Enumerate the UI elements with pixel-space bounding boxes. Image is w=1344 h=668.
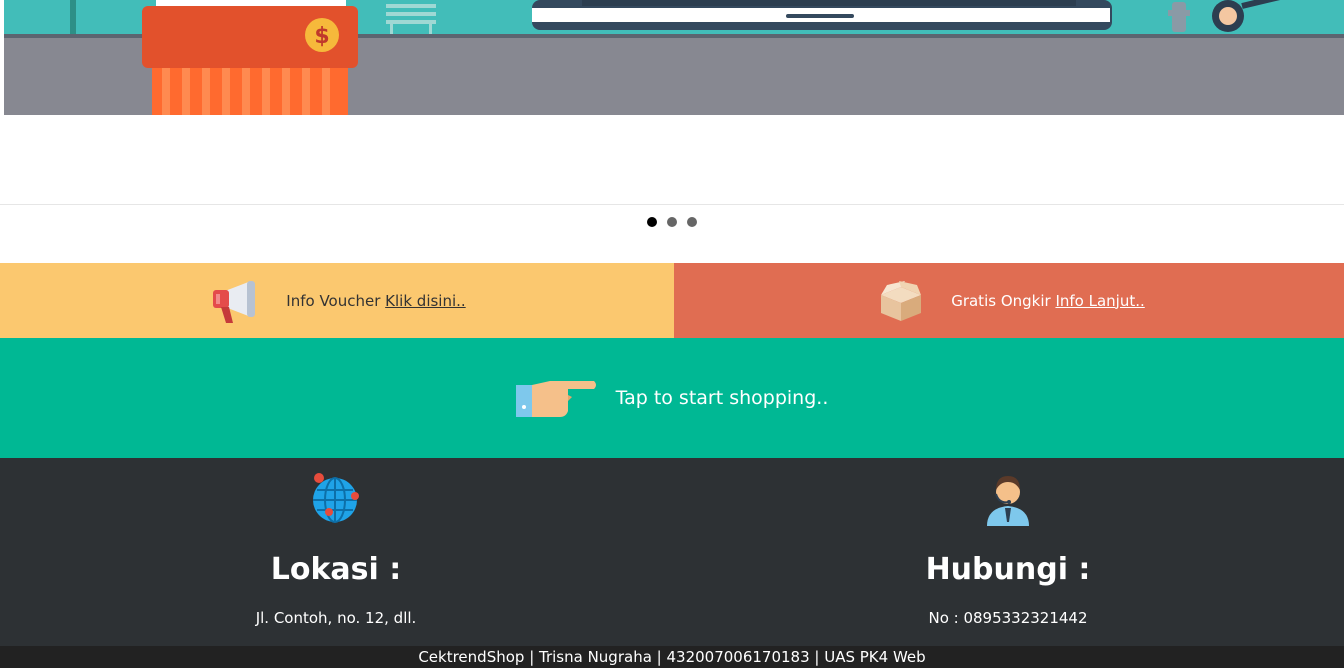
footer-location: Lokasi : Jl. Contoh, no. 12, dll. [0,458,672,627]
promo-free-shipping: Gratis Ongkir Info Lanjut.. [674,263,1344,338]
contact-title: Hubungi : [925,552,1091,587]
svg-text:$: $ [314,24,329,49]
package-box-icon [873,273,929,329]
promo-voucher: Info Voucher Klik disini.. [0,263,674,338]
footer-contact: Hubungi : No : 0895332321442 [672,458,1344,627]
globe-location-icon [0,472,672,528]
carousel-dot-2[interactable] [667,217,677,227]
voucher-text: Info Voucher [286,291,381,310]
start-shopping-banner[interactable]: Tap to start shopping.. [0,338,1344,458]
copyright-bar: CektrendShop | Trisna Nugraha | 43200700… [0,646,1344,668]
voucher-link[interactable]: Klik disini.. [385,292,466,310]
pointing-hand-icon [515,377,598,419]
carousel-caption-area [0,115,1344,205]
carousel-slide-image: $ [4,0,1344,115]
megaphone-icon [208,273,264,329]
location-title: Lokasi : [270,552,402,587]
location-address: Jl. Contoh, no. 12, dll. [255,609,417,627]
carousel-dot-3[interactable] [687,217,697,227]
contact-phone: No : 0895332321442 [928,609,1088,627]
customer-service-icon [672,472,1344,528]
free-shipping-text: Gratis Ongkir [951,291,1051,310]
free-shipping-link[interactable]: Info Lanjut.. [1055,292,1144,310]
start-shopping-label: Tap to start shopping.. [615,387,829,409]
carousel-indicators [0,217,1344,227]
carousel-dot-1[interactable] [647,217,657,227]
footer: Lokasi : Jl. Contoh, no. 12, dll. Hubung… [0,458,1344,646]
